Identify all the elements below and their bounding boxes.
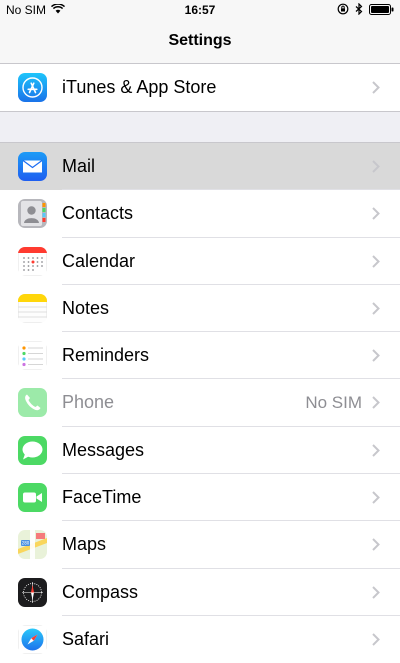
chevron-right-icon <box>372 396 380 410</box>
settings-row-maps[interactable]: 280 Maps <box>0 521 400 569</box>
chevron-right-icon <box>372 491 380 504</box>
chevron-right-icon <box>372 585 380 599</box>
settings-row-facetime[interactable]: FaceTime <box>0 474 400 522</box>
settings-row-label: Safari <box>62 628 110 649</box>
chevron-right-icon <box>372 633 380 646</box>
settings-row-label: Contacts <box>62 203 134 224</box>
chevron-right-icon <box>372 538 380 552</box>
settings-row-label: Mail <box>62 156 96 176</box>
notes-icon <box>18 293 47 323</box>
settings-row-compass[interactable]: Compass <box>0 569 400 616</box>
contacts-icon <box>18 199 47 229</box>
settings-row-label: FaceTime <box>62 487 142 508</box>
settings-row-label: Calendar <box>62 250 136 271</box>
settings-row-phone[interactable]: Phone No SIM <box>0 379 400 427</box>
app-store-icon <box>18 73 47 102</box>
settings-row-itunes-app-store[interactable]: iTunes & App Store <box>0 64 400 111</box>
chevron-right-icon <box>372 160 380 173</box>
settings-row-label: Maps <box>62 534 107 555</box>
svg-text:280: 280 <box>22 541 30 546</box>
settings-row-label: Messages <box>62 439 145 460</box>
reminders-icon <box>18 341 47 371</box>
chevron-right-icon <box>372 444 380 457</box>
mail-icon <box>18 152 47 181</box>
chevron-right-icon <box>372 254 380 268</box>
status-bar: No SIM 16:57 <box>0 0 400 20</box>
settings-row-safari[interactable]: Safari <box>0 616 400 663</box>
settings-row-reminders[interactable]: Reminders <box>0 332 400 380</box>
page-title: Settings <box>168 32 232 49</box>
navigation-bar: Settings <box>0 20 400 64</box>
bluetooth-icon <box>355 2 363 18</box>
chevron-right-icon <box>372 81 380 94</box>
settings-row-calendar[interactable]: Calendar <box>0 238 400 285</box>
settings-row-label: Notes <box>62 297 110 318</box>
phone-icon <box>18 388 47 418</box>
battery-icon <box>369 3 394 18</box>
chevron-right-icon <box>372 207 380 221</box>
rotation-lock-icon <box>337 3 349 18</box>
calendar-icon <box>18 246 47 276</box>
settings-row-mail[interactable]: Mail <box>0 143 400 191</box>
chevron-right-icon <box>372 302 380 315</box>
settings-row-contacts[interactable]: Contacts <box>0 190 400 238</box>
settings-row-label: iTunes & App Store <box>62 77 217 97</box>
maps-icon: 280 <box>18 530 47 560</box>
settings-row-notes[interactable]: Notes <box>0 285 400 333</box>
settings-group-apps: Mail Contacts Calendar Notes Reminders P… <box>0 142 400 663</box>
compass-icon <box>18 577 47 607</box>
safari-icon <box>18 624 47 654</box>
facetime-icon <box>18 483 47 513</box>
chevron-right-icon <box>372 349 380 362</box>
settings-row-value: No SIM <box>305 393 362 413</box>
status-right <box>337 2 394 18</box>
settings-group-store: iTunes & App Store <box>0 64 400 113</box>
settings-row-messages[interactable]: Messages <box>0 427 400 475</box>
settings-row-label: Reminders <box>62 345 150 366</box>
settings-row-label: Compass <box>62 581 139 602</box>
messages-icon <box>18 435 47 465</box>
settings-row-label: Phone <box>62 392 115 413</box>
